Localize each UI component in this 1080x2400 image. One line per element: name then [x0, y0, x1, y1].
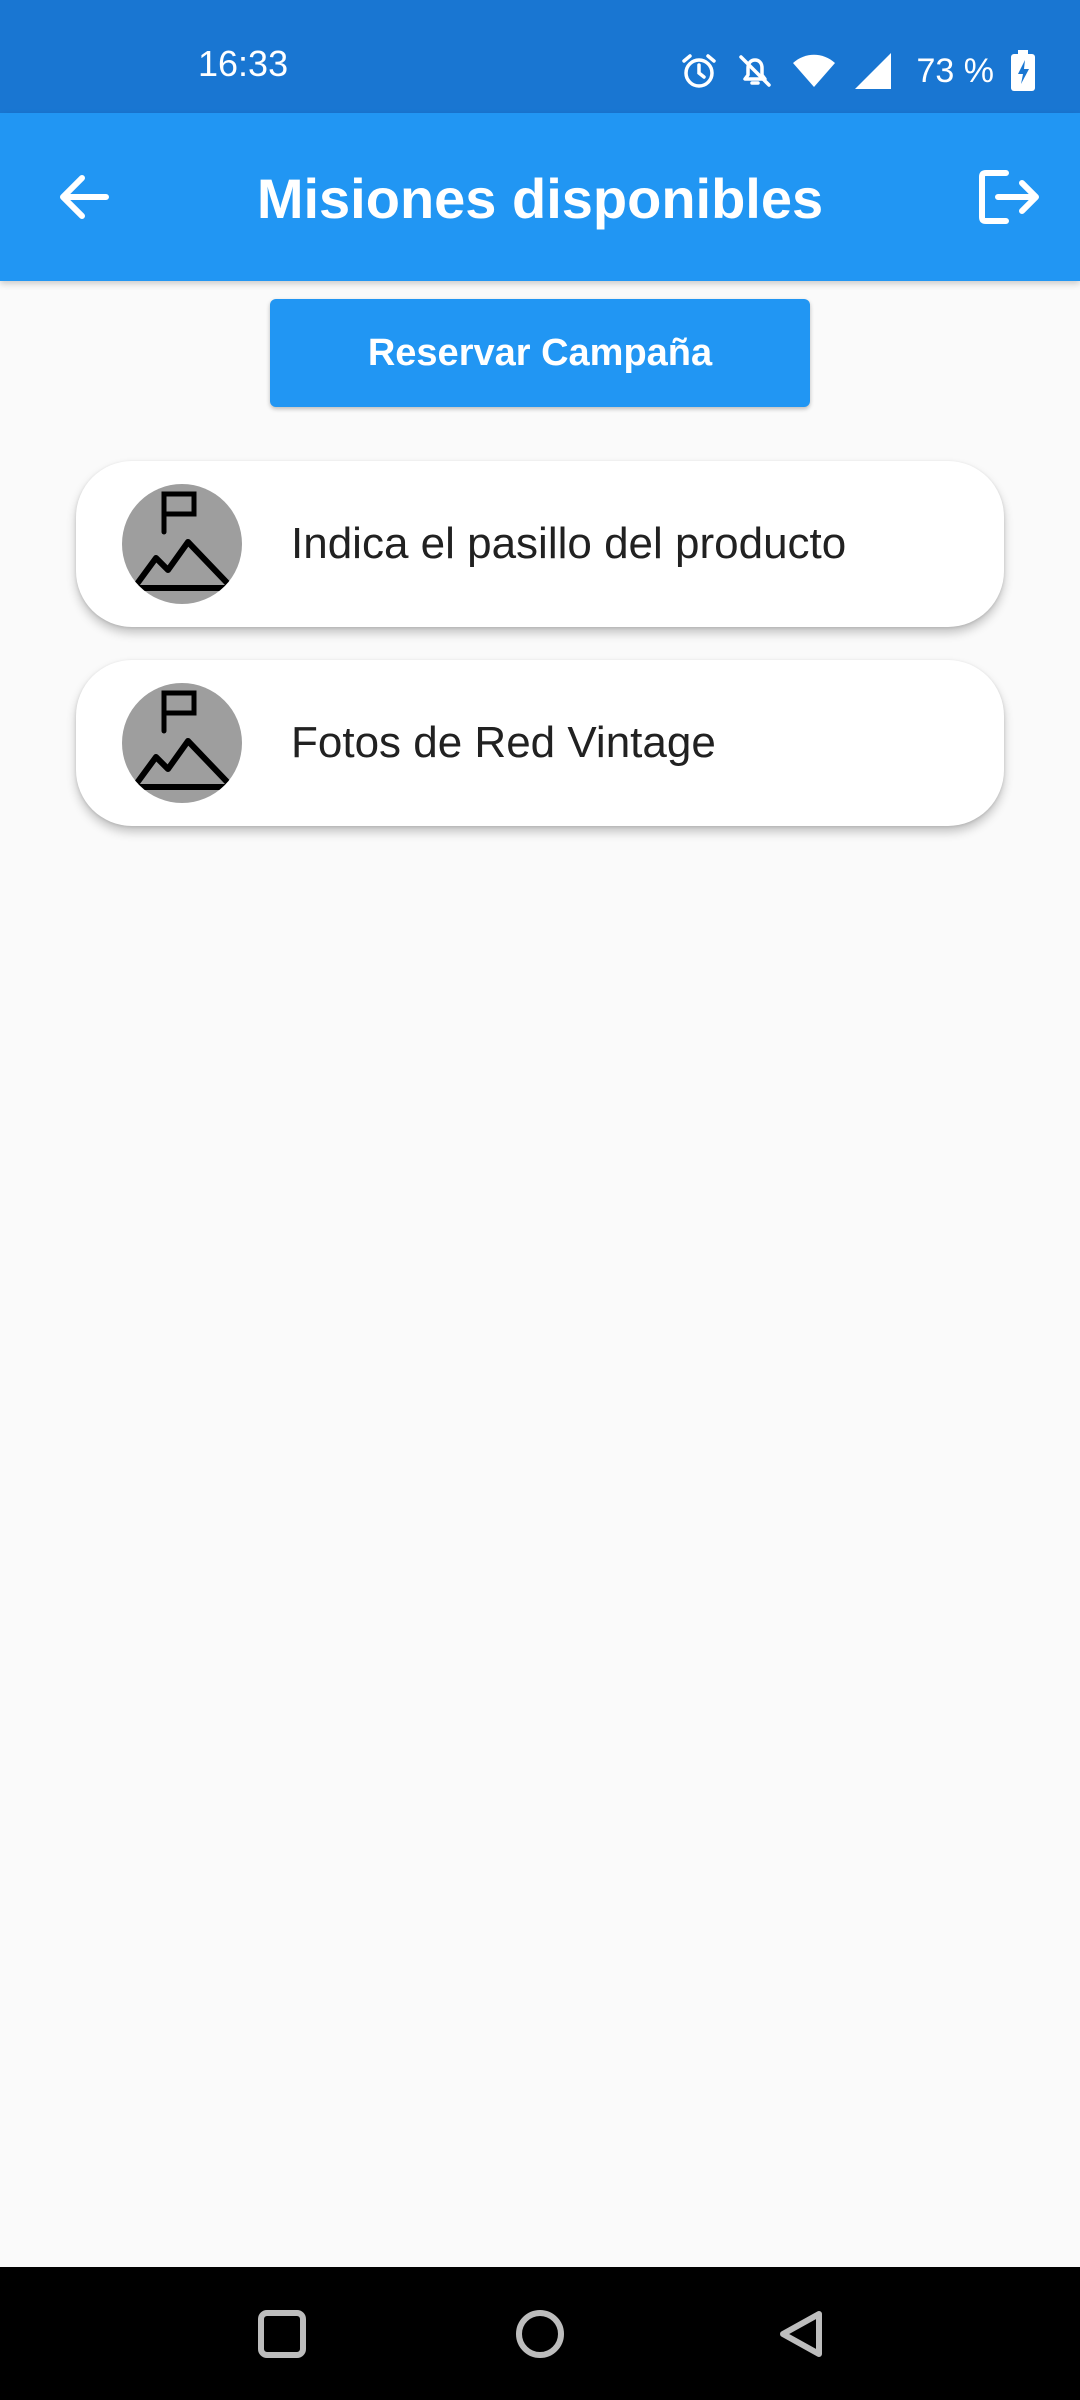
navigation-bar	[0, 2267, 1080, 2400]
nav-back-button[interactable]	[740, 2267, 860, 2400]
status-bar: 16:33 73 %	[0, 0, 1080, 113]
back-icon	[780, 2310, 822, 2357]
mountain-flag-icon	[129, 690, 237, 790]
battery-percent: 73 %	[916, 52, 995, 90]
alarm-icon	[679, 51, 719, 91]
mission-title: Fotos de Red Vintage	[291, 718, 716, 767]
screen: 16:33 73 % Misiones disponibles Reservar…	[0, 0, 1080, 2400]
logout-icon	[979, 170, 1039, 224]
status-icons: 73 %	[679, 46, 1037, 96]
recents-button[interactable]	[222, 2267, 342, 2400]
recents-icon	[258, 2309, 306, 2358]
mountain-flag-icon	[129, 491, 237, 591]
mission-card[interactable]: Fotos de Red Vintage	[76, 660, 1004, 826]
home-button[interactable]	[480, 2267, 600, 2400]
bell-off-icon	[735, 51, 775, 91]
logout-button[interactable]	[978, 169, 1042, 225]
mission-card[interactable]: Indica el pasillo del producto	[76, 461, 1004, 627]
mission-avatar	[122, 484, 242, 604]
page-title: Misiones disponibles	[256, 167, 824, 230]
status-time: 16:33	[198, 43, 289, 84]
app-bar: Misiones disponibles	[0, 113, 1080, 281]
signal-icon	[853, 51, 893, 91]
mission-title: Indica el pasillo del producto	[291, 519, 847, 568]
battery-charging-icon	[1010, 50, 1036, 92]
reserve-campaign-button[interactable]: Reservar Campaña	[270, 299, 810, 407]
wifi-icon	[791, 51, 837, 91]
mission-avatar	[122, 683, 242, 803]
home-icon	[516, 2309, 564, 2358]
